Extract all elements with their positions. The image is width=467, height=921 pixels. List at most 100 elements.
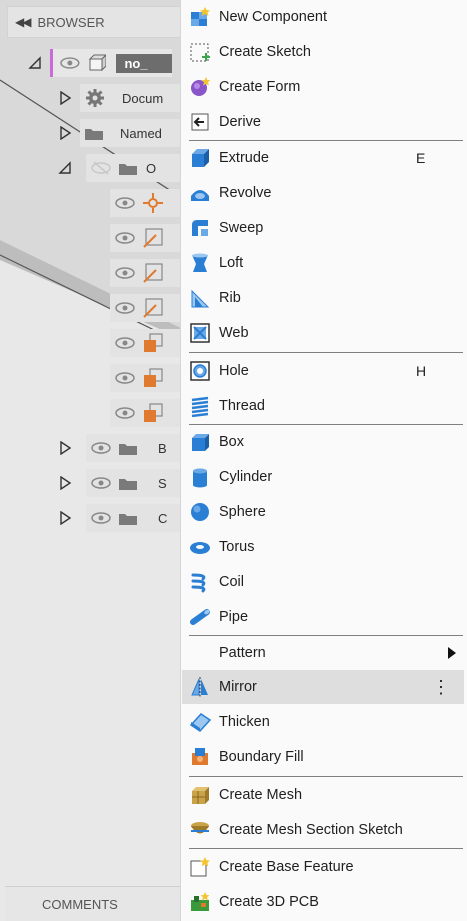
- pattern-icon-placeholder: [189, 642, 211, 664]
- eye-icon[interactable]: [114, 196, 136, 210]
- expand-triangle-icon[interactable]: [58, 441, 72, 455]
- web-icon: [189, 322, 211, 344]
- origin-plane-cell[interactable]: [110, 364, 182, 392]
- root-component-cell[interactable]: no_: [50, 49, 172, 77]
- tree-row-origin-axis[interactable]: [110, 258, 182, 288]
- origin-axis-cell[interactable]: [110, 294, 182, 322]
- origin-plane-cell[interactable]: [110, 329, 182, 357]
- menu-item-label: Torus: [219, 539, 255, 555]
- tree-row-origin-axis[interactable]: [110, 293, 182, 323]
- eye-icon[interactable]: [114, 231, 136, 245]
- folder-icon: [119, 163, 137, 175]
- menu-item-cylinder[interactable]: Cylinder: [182, 460, 464, 494]
- comments-panel-bar[interactable]: COMMENTS: [5, 886, 185, 921]
- browser-title: BROWSER: [37, 14, 105, 30]
- eye-icon[interactable]: [114, 371, 136, 385]
- tree-row-origin-plane[interactable]: [110, 363, 182, 393]
- expand-triangle-icon[interactable]: [58, 476, 72, 490]
- tree-row-origin[interactable]: O: [58, 153, 185, 183]
- folder-icon: [85, 128, 103, 140]
- eye-icon[interactable]: [114, 266, 136, 280]
- document-settings-cell[interactable]: Docum: [80, 84, 185, 112]
- extrude-icon: [189, 147, 211, 169]
- menu-item-new-component[interactable]: New Component: [182, 0, 464, 34]
- collapse-triangle-icon[interactable]: [28, 56, 42, 70]
- create-menu: New Component Create Sketch Create Form …: [180, 0, 467, 921]
- menu-item-coil[interactable]: Coil: [182, 565, 464, 599]
- menu-item-label: Create 3D PCB: [219, 894, 319, 910]
- menu-item-create-mesh-section-sketch[interactable]: Create Mesh Section Sketch: [182, 813, 464, 847]
- gear-icon: [86, 89, 104, 107]
- tree-row-bodies[interactable]: B: [58, 433, 185, 463]
- browser-header[interactable]: ◀◀ BROWSER: [7, 6, 185, 38]
- menu-item-boundary-fill[interactable]: Boundary Fill: [182, 740, 464, 774]
- tree-row-construction[interactable]: C: [58, 503, 185, 533]
- expand-triangle-icon[interactable]: [58, 126, 72, 140]
- tree-row-document-settings[interactable]: Docum: [58, 83, 185, 113]
- menu-item-extrude[interactable]: Extrude E: [182, 141, 464, 175]
- eye-hidden-icon[interactable]: [90, 161, 112, 175]
- plane-icon: [144, 403, 163, 422]
- eye-icon[interactable]: [90, 476, 112, 490]
- coil-icon: [189, 571, 211, 593]
- collapse-triangle-icon[interactable]: [58, 161, 72, 175]
- origin-plane-cell[interactable]: [110, 399, 182, 427]
- torus-icon: [189, 536, 211, 558]
- menu-item-label: Pipe: [219, 609, 249, 625]
- tree-row-origin-point[interactable]: [110, 188, 182, 218]
- named-views-cell[interactable]: Named: [80, 119, 185, 147]
- menu-item-web[interactable]: Web: [182, 316, 464, 350]
- eye-icon[interactable]: [90, 441, 112, 455]
- menu-item-pattern[interactable]: Pattern: [182, 636, 464, 670]
- menu-item-loft[interactable]: Loft: [182, 246, 464, 280]
- menu-item-rib[interactable]: Rib: [182, 281, 464, 315]
- tree-row-root-component[interactable]: no_: [28, 48, 172, 78]
- eye-icon[interactable]: [59, 56, 81, 70]
- menu-item-box[interactable]: Box: [182, 425, 464, 459]
- menu-item-label: Thicken: [219, 714, 270, 730]
- sketches-cell[interactable]: S: [86, 469, 185, 497]
- menu-item-create-mesh[interactable]: Create Mesh: [182, 778, 464, 812]
- origin-axis-cell[interactable]: [110, 224, 182, 252]
- eye-icon[interactable]: [90, 511, 112, 525]
- menu-item-revolve[interactable]: Revolve: [182, 176, 464, 210]
- bodies-cell[interactable]: B: [86, 434, 185, 462]
- row-label: Docum: [122, 90, 164, 106]
- menu-item-sphere[interactable]: Sphere: [182, 495, 464, 529]
- eye-icon[interactable]: [114, 336, 136, 350]
- origin-cell[interactable]: O: [86, 154, 185, 182]
- tree-row-sketches[interactable]: S: [58, 468, 185, 498]
- menu-item-derive[interactable]: Derive: [182, 105, 464, 139]
- row-label: C: [158, 510, 168, 526]
- eye-icon[interactable]: [114, 406, 136, 420]
- origin-axis-cell[interactable]: [110, 259, 182, 287]
- origin-point-cell[interactable]: [110, 189, 182, 217]
- expand-triangle-icon[interactable]: [58, 91, 72, 105]
- menu-item-create-form[interactable]: Create Form: [182, 70, 464, 104]
- menu-item-mirror[interactable]: Mirror ⋮: [182, 670, 464, 704]
- thicken-icon: [189, 711, 211, 733]
- menu-item-pipe[interactable]: Pipe: [182, 600, 464, 634]
- menu-item-torus[interactable]: Torus: [182, 530, 464, 564]
- derive-icon: [189, 111, 211, 133]
- construction-cell[interactable]: C: [86, 504, 185, 532]
- menu-item-hole[interactable]: Hole H: [182, 354, 464, 388]
- expand-triangle-icon[interactable]: [58, 511, 72, 525]
- collapse-panel-icon[interactable]: ◀◀: [15, 15, 32, 29]
- tree-row-origin-plane[interactable]: [110, 398, 182, 428]
- tree-row-named-views[interactable]: Named: [58, 118, 185, 148]
- menu-item-create-sketch[interactable]: Create Sketch: [182, 35, 464, 69]
- eye-icon[interactable]: [114, 301, 136, 315]
- revolve-icon: [189, 182, 211, 204]
- menu-item-sweep[interactable]: Sweep: [182, 211, 464, 245]
- tree-row-origin-plane[interactable]: [110, 328, 182, 358]
- hole-icon: [189, 360, 211, 382]
- component-icon: [88, 54, 107, 72]
- more-options-icon[interactable]: ⋮: [432, 678, 450, 696]
- tree-row-origin-axis[interactable]: [110, 223, 182, 253]
- menu-item-create-base-feature[interactable]: Create Base Feature: [182, 850, 464, 884]
- menu-item-thread[interactable]: Thread: [182, 389, 464, 423]
- menu-item-label: Cylinder: [219, 469, 273, 485]
- menu-item-create-3d-pcb[interactable]: Create 3D PCB: [182, 885, 464, 919]
- menu-item-thicken[interactable]: Thicken: [182, 705, 464, 739]
